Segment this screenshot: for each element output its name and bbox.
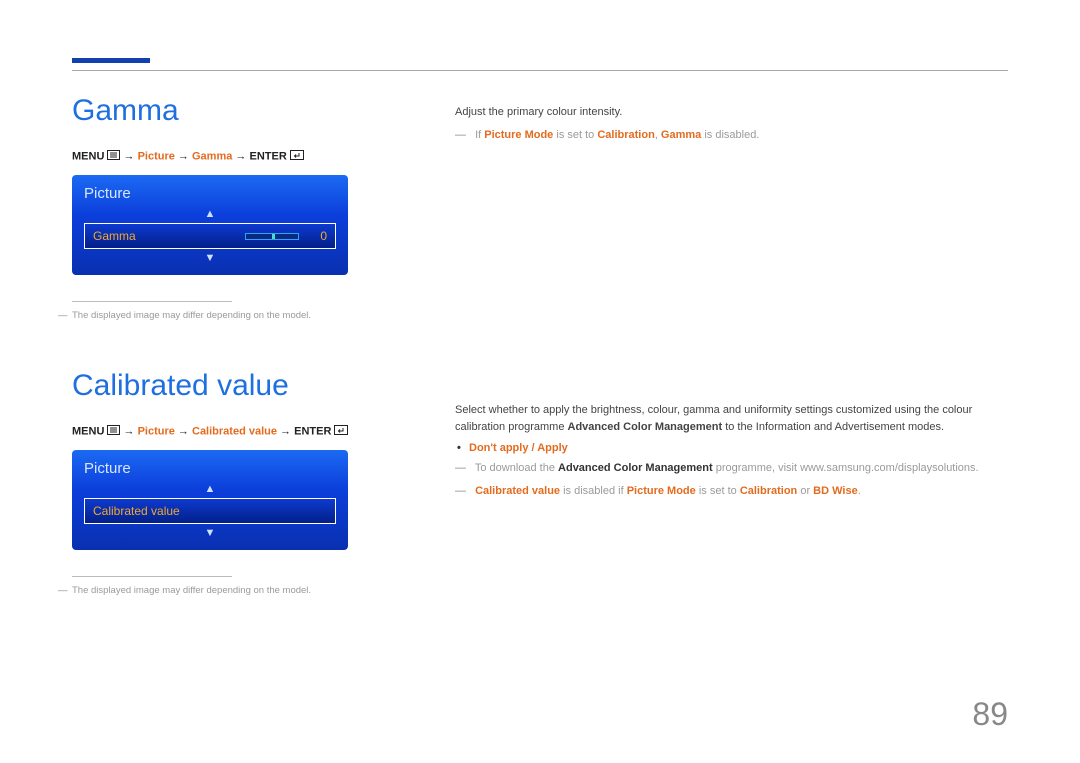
gamma-heading: Gamma	[72, 94, 362, 128]
acm-label: Advanced Color Management	[558, 462, 713, 474]
gamma-slider[interactable]	[245, 233, 299, 240]
calibrated-remark-download: To download the Advanced Color Managemen…	[455, 460, 1008, 477]
gamma-row-value: 0	[311, 229, 327, 243]
calibrated-panel-title: Picture	[84, 460, 336, 477]
gamma-slider-fill	[272, 234, 275, 239]
gamma-image-note: The displayed image may differ depending…	[72, 310, 362, 321]
gamma-row-label: Gamma	[93, 229, 136, 243]
picture-mode-label: Picture Mode	[484, 129, 553, 141]
gamma-panel-title: Picture	[84, 185, 336, 202]
menu-icon	[107, 150, 120, 163]
gamma-label: Gamma	[661, 129, 701, 141]
calibrated-menu-path: MENU → Picture → Calibrated value → ENTE…	[72, 425, 362, 438]
path-menu-label: MENU	[72, 425, 104, 437]
page-number: 89	[972, 696, 1008, 733]
path-picture: Picture	[138, 425, 175, 437]
chevron-down-icon[interactable]: ▼	[84, 252, 336, 264]
calibrated-ui-panel: Picture ▲ Calibrated value ▼	[72, 450, 348, 550]
chevron-down-icon[interactable]: ▼	[84, 527, 336, 539]
gamma-description: Adjust the primary colour intensity.	[455, 104, 1008, 121]
calibrated-row-label: Calibrated value	[93, 504, 180, 518]
calibrated-description: Select whether to apply the brightness, …	[455, 402, 1008, 436]
gamma-selected-row[interactable]: Gamma 0	[84, 223, 336, 249]
acm-label: Advanced Color Management	[568, 421, 723, 433]
path-enter-label: ENTER	[294, 425, 331, 437]
text: or	[797, 485, 813, 497]
text: If	[475, 129, 484, 141]
apply-option-bullet: Don't apply / Apply	[469, 442, 1008, 454]
text: .	[858, 485, 861, 497]
menu-icon	[107, 425, 120, 438]
calibrated-heading: Calibrated value	[72, 369, 362, 403]
text: is disabled if	[560, 485, 627, 497]
enter-icon	[334, 425, 348, 438]
text: programme, visit www.samsung.com/display…	[713, 462, 979, 474]
top-horizontal-rule	[72, 70, 1008, 71]
calibrated-description-block: Select whether to apply the brightness, …	[455, 402, 1008, 506]
calibration-label: Calibration	[740, 485, 797, 497]
bd-wise-label: BD Wise	[813, 485, 858, 497]
text: is set to	[696, 485, 740, 497]
text: to the Information and Advertisement mod…	[722, 421, 944, 433]
path-picture: Picture	[138, 150, 175, 162]
picture-mode-label: Picture Mode	[627, 485, 696, 497]
path-gamma: Gamma	[192, 150, 232, 162]
text: is set to	[553, 129, 597, 141]
chevron-up-icon[interactable]: ▲	[84, 483, 336, 495]
note-divider	[72, 576, 232, 577]
left-column: Gamma MENU → Picture → Gamma → ENTER Pic…	[72, 94, 362, 596]
gamma-menu-path: MENU → Picture → Gamma → ENTER	[72, 150, 362, 163]
enter-icon	[290, 150, 304, 163]
gamma-ui-panel: Picture ▲ Gamma 0 ▼	[72, 175, 348, 275]
text: To download the	[475, 462, 558, 474]
calibrated-image-note: The displayed image may differ depending…	[72, 585, 362, 596]
text: is disabled.	[701, 129, 759, 141]
path-enter-label: ENTER	[249, 150, 286, 162]
path-calibrated-value: Calibrated value	[192, 425, 277, 437]
top-accent-bar	[72, 58, 150, 63]
calibration-label: Calibration	[597, 129, 654, 141]
path-menu-label: MENU	[72, 150, 104, 162]
note-divider	[72, 301, 232, 302]
calibrated-value-label: Calibrated value	[475, 485, 560, 497]
calibrated-remark-disabled: Calibrated value is disabled if Picture …	[455, 483, 1008, 500]
gamma-remark: If Picture Mode is set to Calibration, G…	[455, 127, 1008, 144]
gamma-description-block: Adjust the primary colour intensity. If …	[455, 104, 1008, 150]
calibrated-selected-row[interactable]: Calibrated value	[84, 498, 336, 524]
chevron-up-icon[interactable]: ▲	[84, 208, 336, 220]
